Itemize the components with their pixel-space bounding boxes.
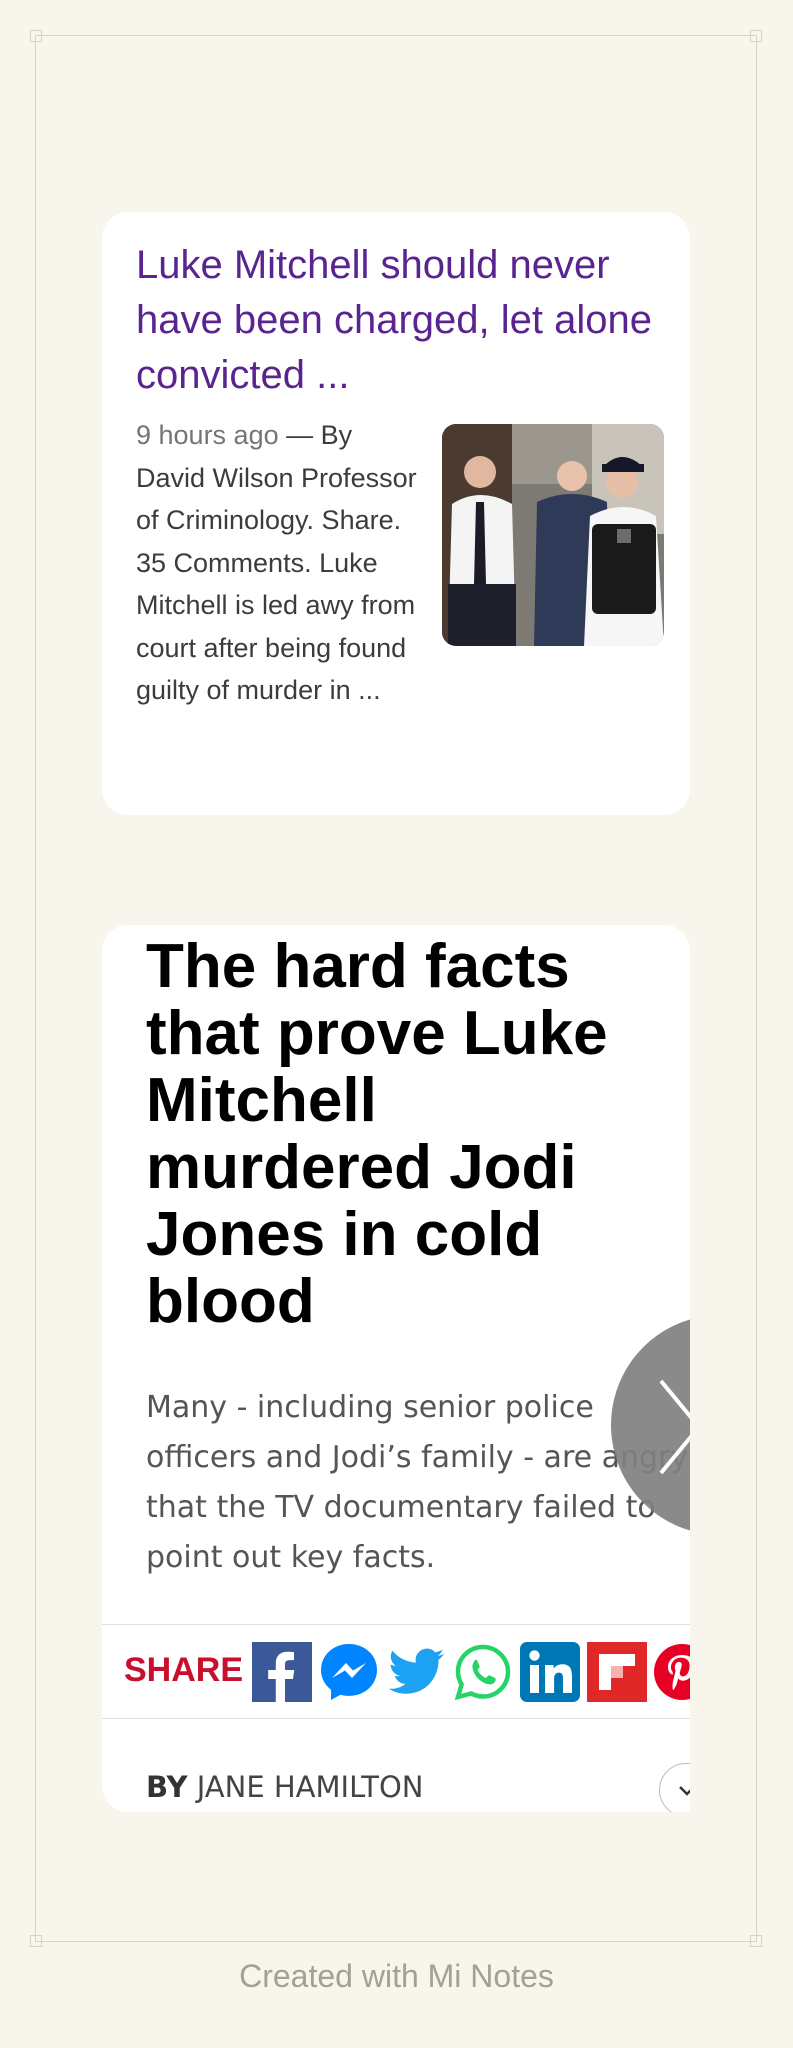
- frame-corner-ornament: [750, 1935, 762, 1947]
- result-snippet: 9 hours ago — By David Wilson Professor …: [136, 414, 426, 712]
- frame-corner-ornament: [30, 1935, 42, 1947]
- article-standfirst: Many - including senior police officers …: [146, 1383, 689, 1583]
- article-headline: The hard facts that prove Luke Mitchell …: [146, 932, 608, 1336]
- footer-watermark: Created with Mi Notes: [239, 1958, 554, 1994]
- messenger-icon[interactable]: [319, 1642, 379, 1702]
- standfirst-line: Many - including senior police: [146, 1390, 594, 1425]
- twitter-icon[interactable]: [386, 1642, 446, 1702]
- byline-prefix: BY: [146, 1770, 188, 1804]
- result-snippet-text: — By David Wilson Professor of Criminolo…: [136, 420, 417, 705]
- result-thumbnail-image[interactable]: [442, 424, 664, 646]
- linkedin-icon[interactable]: [520, 1642, 580, 1702]
- pinterest-icon[interactable]: [652, 1642, 690, 1702]
- flipboard-icon[interactable]: [587, 1642, 647, 1702]
- byline-author[interactable]: JANE HAMILTON: [197, 1770, 424, 1804]
- chevron-down-icon: [679, 1786, 690, 1796]
- standfirst-line: officers and Jodi’s family - are angry: [146, 1440, 689, 1475]
- article-card: The hard facts that prove Luke Mitchell …: [102, 925, 690, 1812]
- frame-corner-ornament: [30, 30, 42, 42]
- share-label: SHARE: [124, 1651, 244, 1689]
- frame-corner-ornament: [750, 30, 762, 42]
- whatsapp-icon[interactable]: [453, 1642, 513, 1702]
- chevron-right-icon: [659, 1379, 690, 1475]
- result-title-link[interactable]: Luke Mitchell should never have been cha…: [136, 238, 666, 403]
- result-time: 9 hours ago: [136, 420, 279, 450]
- search-result-card[interactable]: Luke Mitchell should never have been cha…: [102, 212, 690, 815]
- expand-byline-button[interactable]: [659, 1763, 690, 1812]
- standfirst-line: point out key facts.: [146, 1540, 436, 1575]
- facebook-icon[interactable]: [252, 1642, 312, 1702]
- share-bar: SHARE: [102, 1624, 690, 1719]
- article-byline: BY JANE HAMILTON: [146, 1770, 423, 1804]
- standfirst-line: that the TV documentary failed to: [146, 1490, 656, 1525]
